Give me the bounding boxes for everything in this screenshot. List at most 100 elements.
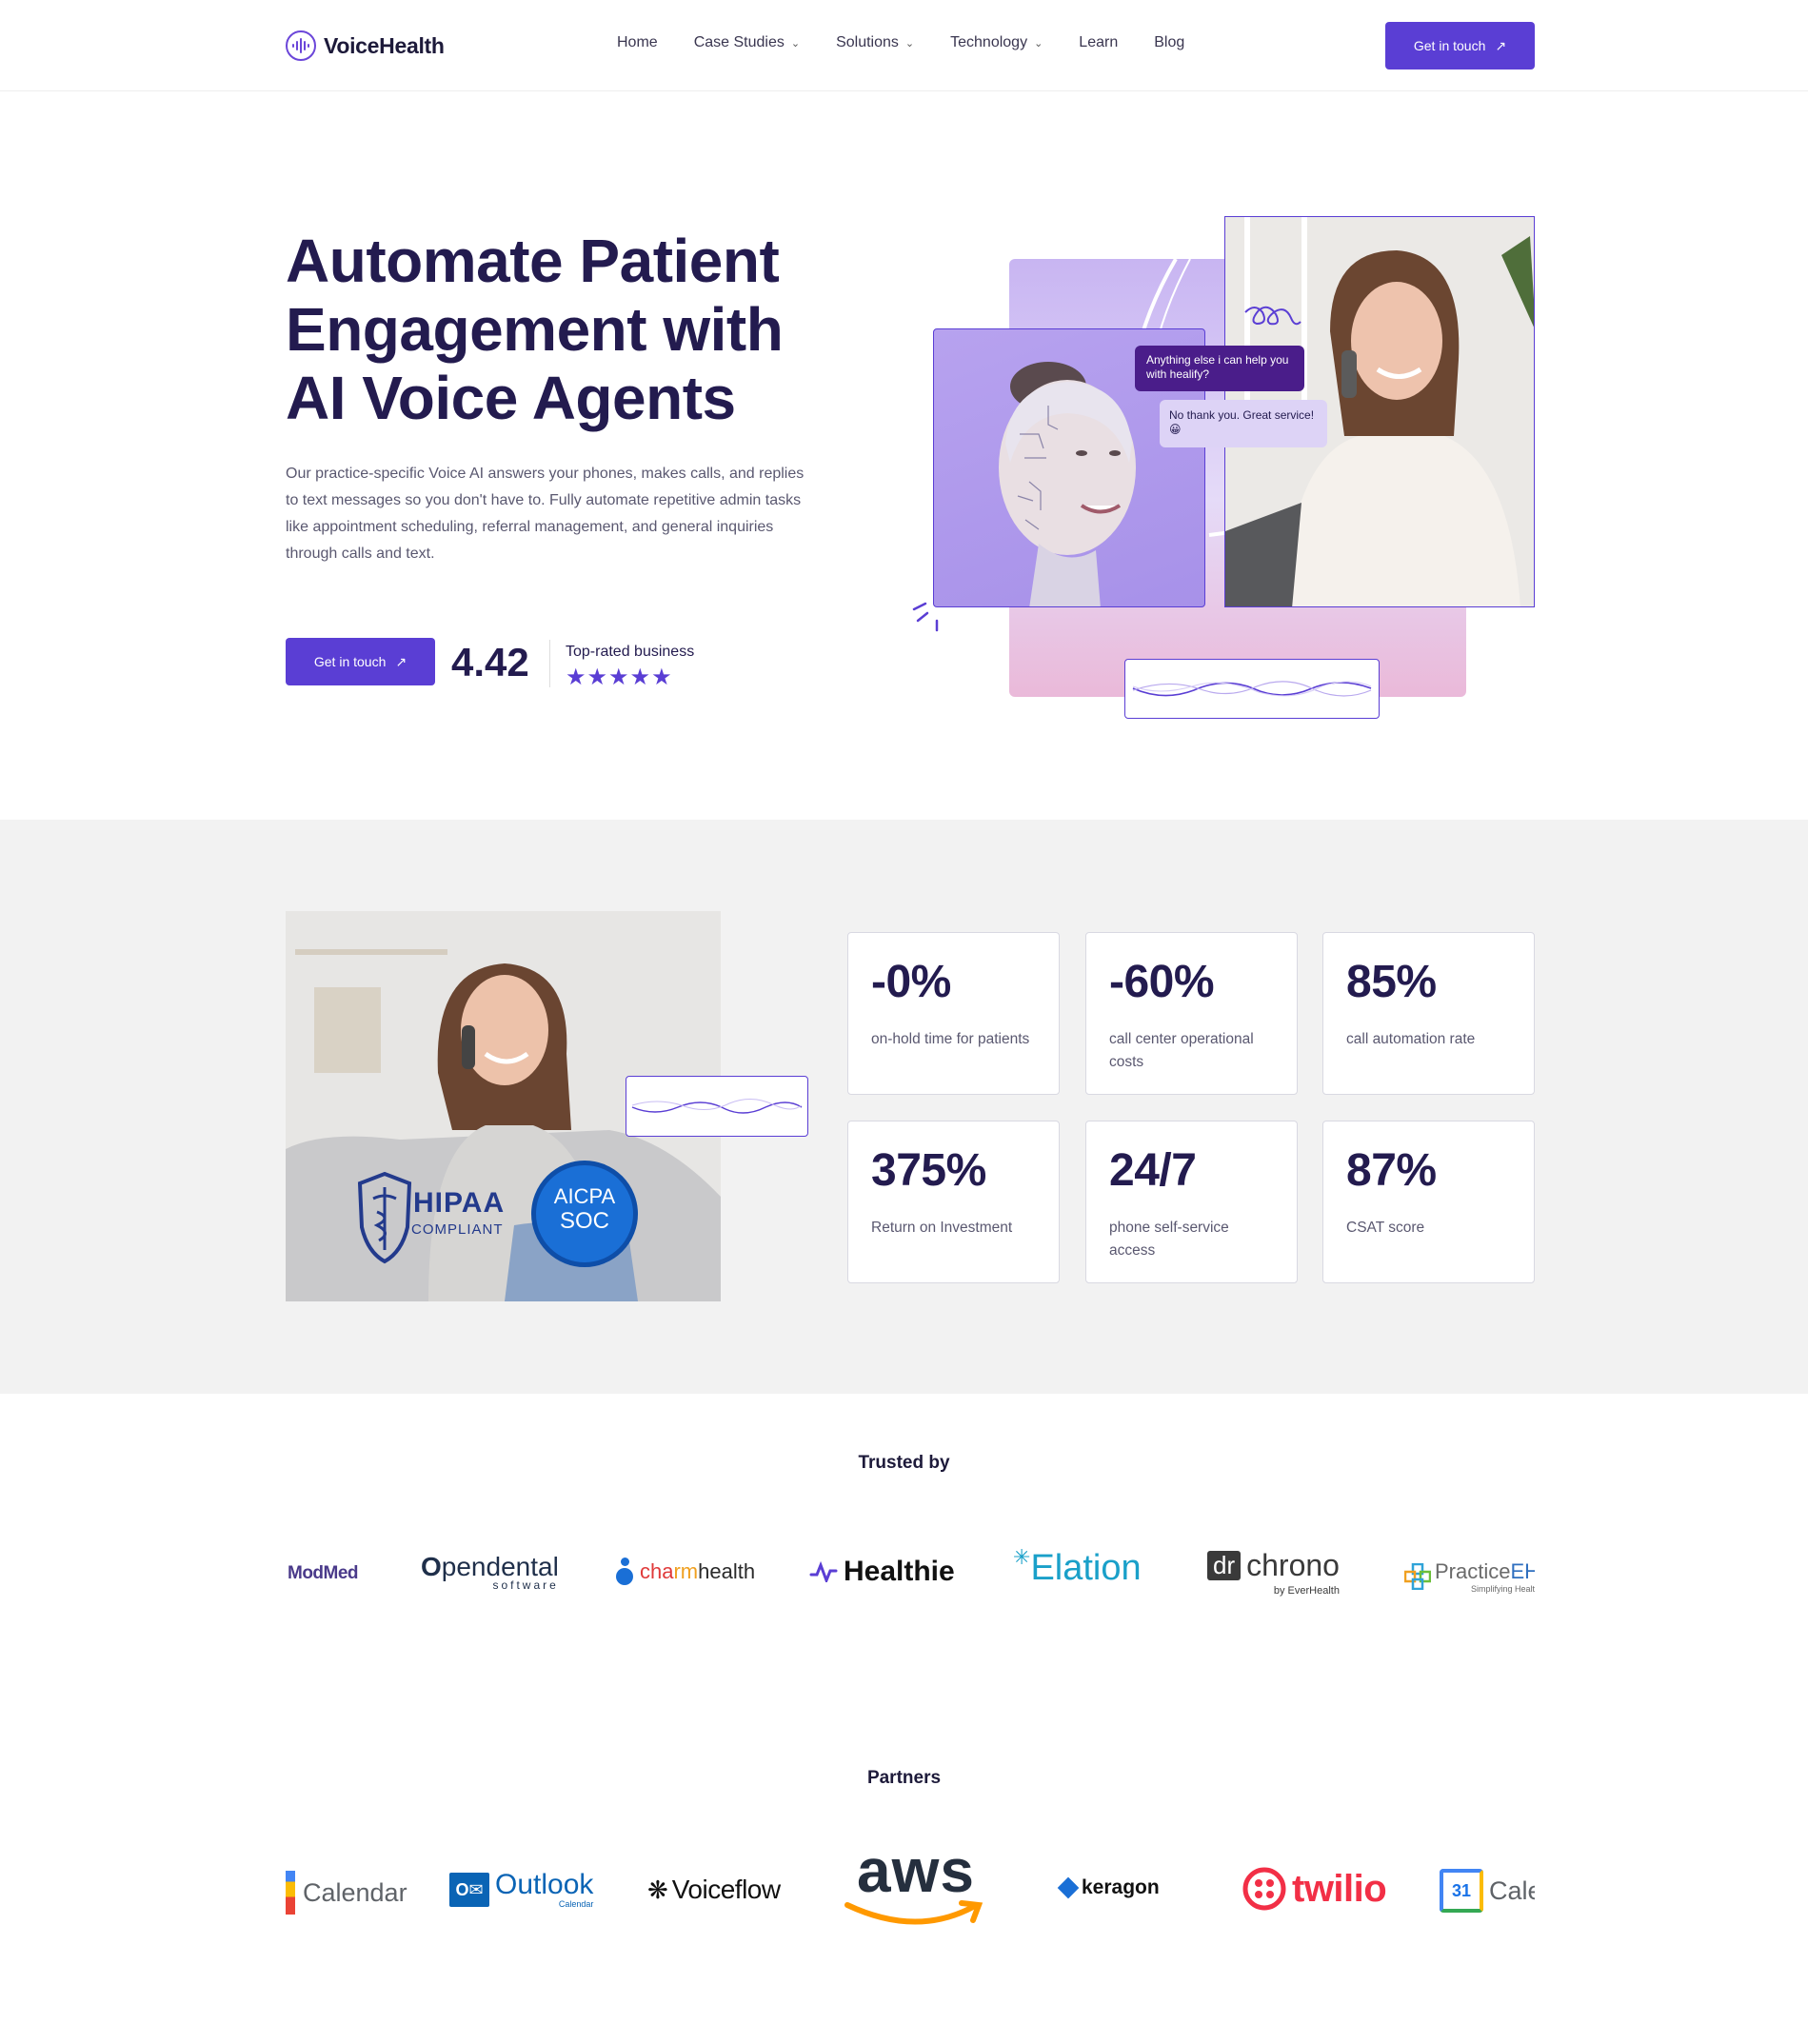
header-get-in-touch-button[interactable]: Get in touch ↗	[1385, 22, 1535, 69]
stat-label: call automation rate	[1346, 1031, 1476, 1047]
hipaa-label: HIPAA	[413, 1187, 506, 1219]
main-nav: Home Case Studies ⌄ Solutions ⌄ Technology…	[617, 34, 1184, 51]
elation-wordmark: Elation	[1030, 1548, 1142, 1588]
stats-section	[0, 820, 1808, 1394]
voice-wave-icon	[286, 30, 316, 61]
stat-value: -60%	[1109, 957, 1215, 1007]
star-icon: ★	[566, 665, 587, 690]
rating-divider	[549, 640, 550, 687]
twilio-logo: twilio	[1242, 1867, 1387, 1911]
charm-text-b: rm	[673, 1559, 699, 1583]
google-calendar-logo-right: 31 Cale	[1440, 1869, 1535, 1913]
nav-blog[interactable]: Blog	[1154, 34, 1184, 51]
outlook-sub: Calendar	[558, 1899, 594, 1909]
stat-card: 375% Return on Investment	[847, 1121, 1060, 1283]
hero-description: Our practice-specific Voice AI answers y…	[286, 466, 805, 562]
opendental-logo: Opendental software	[421, 1552, 559, 1592]
opendental-text: pendental	[441, 1552, 559, 1581]
rating-value: 4.42	[451, 640, 529, 685]
star-icon: ★	[608, 665, 630, 690]
nav-learn[interactable]: Learn	[1079, 34, 1118, 51]
stat-label: Return on Investment	[871, 1220, 1013, 1236]
hero-title-line-3: AI Voice Agents	[286, 364, 736, 432]
stat-label: call center operational costs	[1109, 1031, 1254, 1070]
hipaa-badge: HIPAA COMPLIANT	[356, 1170, 527, 1265]
stat-value: 24/7	[1109, 1145, 1197, 1196]
site-header: VoiceHealth Home Case Studies ⌄ Solutions…	[0, 0, 1808, 91]
modmed-logo: ModMed	[288, 1563, 359, 1584]
hero-cta-label: Get in touch	[313, 654, 387, 669]
voice-waveform-card	[1124, 659, 1380, 719]
modmed-wordmark: ModMed	[288, 1563, 359, 1583]
aws-wordmark: aws	[857, 1842, 975, 1905]
hero-title-line-2: Engagement with	[286, 295, 784, 364]
nav-case-studies[interactable]: Case Studies ⌄	[694, 34, 800, 51]
nav-solutions-label: Solutions	[836, 34, 899, 50]
chevron-down-icon: ⌄	[1034, 37, 1043, 50]
chevron-down-icon: ⌄	[790, 37, 801, 50]
healthie-logo: Healthie	[809, 1556, 955, 1588]
elation-spark-icon: ✳	[1013, 1544, 1031, 1569]
stat-value: -0%	[871, 957, 951, 1007]
stat-label: CSAT score	[1346, 1220, 1425, 1236]
twilio-icon	[1242, 1867, 1286, 1911]
opendental-o: O	[421, 1552, 442, 1581]
drchrono-dr: dr	[1207, 1551, 1242, 1580]
stat-label: phone self-service access	[1109, 1220, 1229, 1259]
drchrono-mark: dr chrono	[1207, 1548, 1340, 1583]
practiceeh-cross-icon	[1404, 1563, 1431, 1590]
nav-case-studies-label: Case Studies	[693, 34, 785, 50]
keragon-wordmark: keragon	[1082, 1876, 1160, 1898]
keragon-logo: keragon	[1057, 1876, 1160, 1899]
outlook-wordmark: Outlook Calendar	[495, 1869, 594, 1910]
stat-card: -60% call center operational costs	[1085, 932, 1298, 1095]
nav-learn-label: Learn	[1079, 34, 1119, 50]
google-calendar-text: Cale	[1489, 1875, 1535, 1905]
stat-value: 375%	[871, 1145, 986, 1196]
hero-title: Automate Patient Engagement with AI Voic…	[286, 227, 857, 432]
healthie-wave-icon	[809, 1561, 838, 1582]
outlook-text: Outlook	[495, 1869, 594, 1900]
charmhealth-logo: charmhealth	[615, 1558, 755, 1586]
aws-logo: aws	[844, 1842, 988, 1928]
nav-solutions[interactable]: Solutions ⌄	[836, 34, 914, 51]
aicpa-label: AICPA	[553, 1184, 616, 1208]
nav-technology[interactable]: Technology ⌄	[950, 34, 1043, 51]
star-icon: ★	[586, 665, 609, 690]
drchrono-sub: by EverHealth	[1273, 1585, 1340, 1597]
charm-text-a: cha	[640, 1559, 674, 1583]
healthie-wordmark: Healthie	[844, 1556, 955, 1587]
stat-card: 85% call automation rate	[1322, 932, 1535, 1095]
stat-card: 24/7 phone self-service access	[1085, 1121, 1298, 1283]
header-cta-label: Get in touch	[1413, 38, 1486, 53]
drchrono-name: chrono	[1246, 1548, 1340, 1582]
calendar-icon	[286, 1871, 295, 1915]
nav-blog-label: Blog	[1154, 34, 1185, 50]
twilio-wordmark: twilio	[1292, 1867, 1387, 1910]
charm-text-c: health	[698, 1559, 756, 1583]
voiceflow-logo: ❋ Voiceflow	[647, 1875, 781, 1905]
voice-waveform-card-2	[626, 1076, 808, 1137]
partners-logos-row: Calendar O✉ Outlook Calendar ❋ Voiceflow…	[286, 1842, 1535, 1937]
brand-name: VoiceHealth	[324, 32, 445, 58]
stat-value: 85%	[1346, 957, 1437, 1007]
trusted-by-title: Trusted by	[858, 1453, 950, 1473]
calendar-icon: 31	[1440, 1869, 1483, 1913]
practiceeh-text-b: EH	[1510, 1559, 1535, 1583]
outlook-logo: O✉ Outlook Calendar	[449, 1871, 593, 1909]
google-calendar-text: Calendar	[303, 1877, 407, 1907]
rating-label: Top-rated business	[566, 644, 695, 660]
practiceeh-text-a: Practice	[1435, 1559, 1511, 1583]
hipaa-sublabel: COMPLIANT	[411, 1221, 504, 1238]
stat-value: 87%	[1346, 1145, 1437, 1196]
hero-title-line-1: Automate Patient	[286, 227, 780, 295]
practiceeh-sub: Simplifying Health	[1471, 1584, 1535, 1594]
hero-get-in-touch-button[interactable]: Get in touch ↗	[286, 638, 435, 685]
nav-technology-label: Technology	[950, 34, 1028, 50]
nav-home[interactable]: Home	[617, 34, 658, 51]
stat-label: on-hold time for patients	[871, 1031, 1030, 1047]
google-calendar-logo-left: Calendar	[286, 1871, 407, 1915]
star-icon: ★	[629, 665, 652, 690]
brand-logo[interactable]: VoiceHealth	[286, 29, 445, 63]
decorative-sparks	[912, 602, 939, 632]
